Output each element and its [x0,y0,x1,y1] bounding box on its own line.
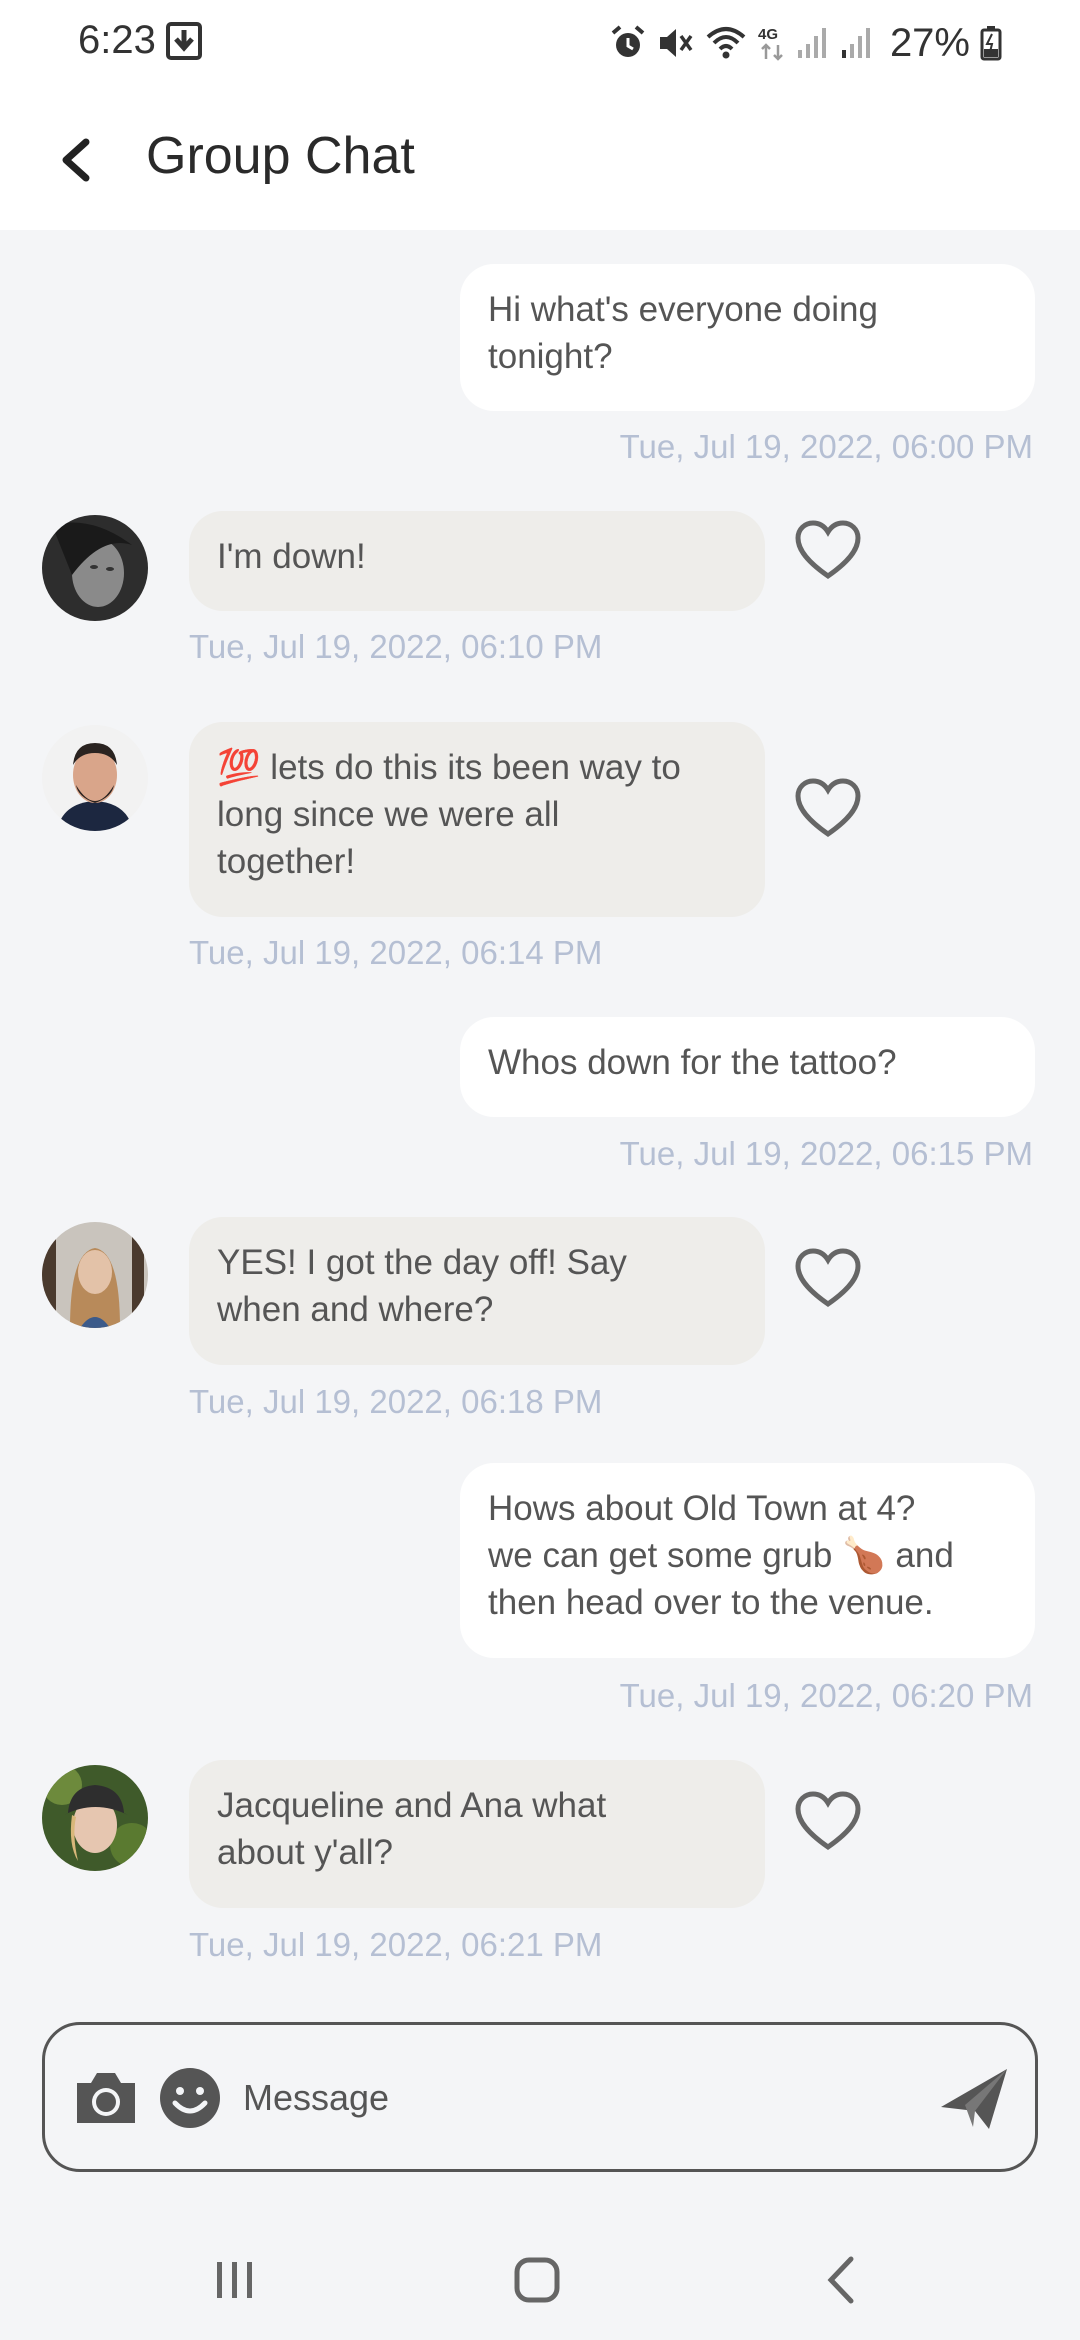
avatar[interactable] [42,725,148,831]
heart-icon[interactable] [794,520,862,580]
message-input[interactable] [243,2065,943,2131]
battery-percent: 27% [889,20,970,65]
message-text-line: 💯 lets do this its been way to [217,748,681,787]
avatar-image [42,1222,148,1328]
heart-icon[interactable] [794,1248,862,1308]
message-bubble-incoming[interactable]: YES! I got the day off! Say when and whe… [189,1217,765,1365]
message-text-line: together! [217,842,356,881]
message-composer [42,2022,1038,2172]
back-button[interactable] [44,124,108,196]
avatar-image [42,725,148,831]
message-text-line: when and where? [217,1290,494,1329]
navigation-bar [0,2210,1080,2340]
message-text-line: Hows about Old Town at 4? [488,1489,916,1528]
status-bar: 6:23 4G 27% [0,0,1080,88]
message-bubble-incoming[interactable]: 💯 lets do this its been way to long sinc… [189,722,765,917]
camera-icon[interactable] [73,2069,139,2127]
message-bubble-outgoing[interactable]: Hows about Old Town at 4? we can get som… [460,1463,1035,1658]
wifi-icon [706,27,746,59]
message-bubble-incoming[interactable]: Jacqueline and Ana what about y'all? [189,1760,765,1908]
nav-back-icon [827,2256,854,2304]
send-icon[interactable] [939,2067,1009,2133]
message-text-line: then head over to the venue. [488,1583,934,1622]
avatar[interactable] [42,515,148,621]
message-text-line: Whos down for the tattoo? [488,1043,897,1082]
message-text-line: about y'all? [217,1833,393,1872]
message-text-line: Jacqueline and Ana what [217,1786,607,1825]
message-bubble-outgoing[interactable]: Whos down for the tattoo? [460,1017,1035,1117]
message-text-line: YES! I got the day off! Say [217,1243,627,1282]
mute-icon [659,29,693,57]
status-time: 6:23 [78,18,156,62]
recent-apps-icon [217,2262,252,2298]
message-bubble-incoming[interactable]: I'm down! [189,511,765,611]
network-4g-icon: 4G [758,26,783,61]
home-button[interactable] [502,2250,572,2310]
signal-icon [797,28,826,58]
message-bubble-outgoing[interactable]: Hi what's everyone doing tonight? [460,264,1035,411]
battery-icon [980,26,1002,61]
message-timestamp: Tue, Jul 19, 2022, 06:14 PM [189,934,603,971]
message-timestamp: Tue, Jul 19, 2022, 06:20 PM [619,1677,1033,1714]
message-timestamp: Tue, Jul 19, 2022, 06:00 PM [619,428,1033,465]
message-timestamp: Tue, Jul 19, 2022, 06:18 PM [189,1383,603,1420]
message-text-line: Hi what's everyone doing [488,290,878,329]
heart-icon[interactable] [794,1791,862,1851]
avatar[interactable] [42,1765,148,1871]
svg-text:4G: 4G [758,26,778,43]
message-timestamp: Tue, Jul 19, 2022, 06:21 PM [189,1926,603,1963]
message-text-line: long since we were all [217,795,560,834]
back-arrow-icon [62,138,90,182]
status-icons: 4G 27% [610,18,1002,68]
home-icon [514,2257,560,2303]
nav-back-button[interactable] [806,2250,876,2310]
message-timestamp: Tue, Jul 19, 2022, 06:10 PM [189,628,603,665]
app-bar: Group Chat [0,88,1080,230]
message-timestamp: Tue, Jul 19, 2022, 06:15 PM [619,1135,1033,1172]
signal-icon-2 [841,28,870,58]
heart-icon[interactable] [794,778,862,838]
alarm-icon [611,25,645,57]
avatar-image [42,1765,148,1871]
avatar-image [42,515,148,621]
message-text-line: we can get some grub 🍗 and [488,1536,954,1575]
emoji-icon[interactable] [159,2067,221,2129]
download-icon [166,22,202,60]
page-title: Group Chat [146,127,415,185]
avatar[interactable] [42,1222,148,1328]
message-text-line: tonight? [488,337,613,376]
message-text-line: I'm down! [217,537,366,576]
recent-apps-button[interactable] [200,2250,270,2310]
